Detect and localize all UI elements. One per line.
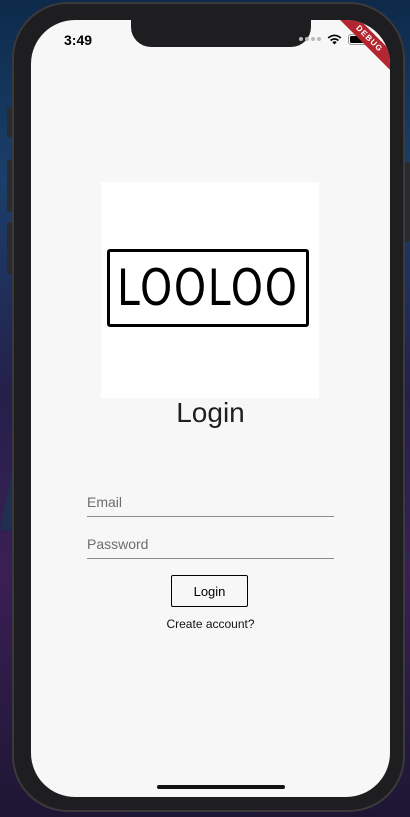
notch <box>131 20 311 47</box>
phone-frame: 3:49 DEBUG LOOLOO Login Email Login Crea… <box>7 2 410 812</box>
power-button <box>405 162 410 242</box>
logo-image: LOOLOO <box>101 182 319 398</box>
home-indicator <box>157 785 285 789</box>
logo-frame: LOOLOO <box>107 249 309 327</box>
volume-down-button <box>7 222 12 274</box>
signal-icon <box>299 37 321 41</box>
password-field[interactable] <box>87 518 334 559</box>
password-input[interactable] <box>87 536 334 552</box>
email-field[interactable] <box>87 476 334 517</box>
volume-up-button <box>7 160 12 212</box>
logo-text: LOOLOO <box>117 259 299 317</box>
page-title: Login <box>176 397 245 428</box>
wifi-icon <box>327 34 342 44</box>
login-button[interactable]: Login <box>171 575 248 607</box>
mute-switch <box>7 107 12 137</box>
email-input[interactable] <box>87 494 334 510</box>
status-time: 3:49 <box>64 32 93 48</box>
app-screen: 3:49 DEBUG LOOLOO Login Email Login Crea… <box>31 20 390 797</box>
create-account-link[interactable]: Create account? <box>31 617 390 631</box>
debug-banner: DEBUG <box>332 20 390 76</box>
